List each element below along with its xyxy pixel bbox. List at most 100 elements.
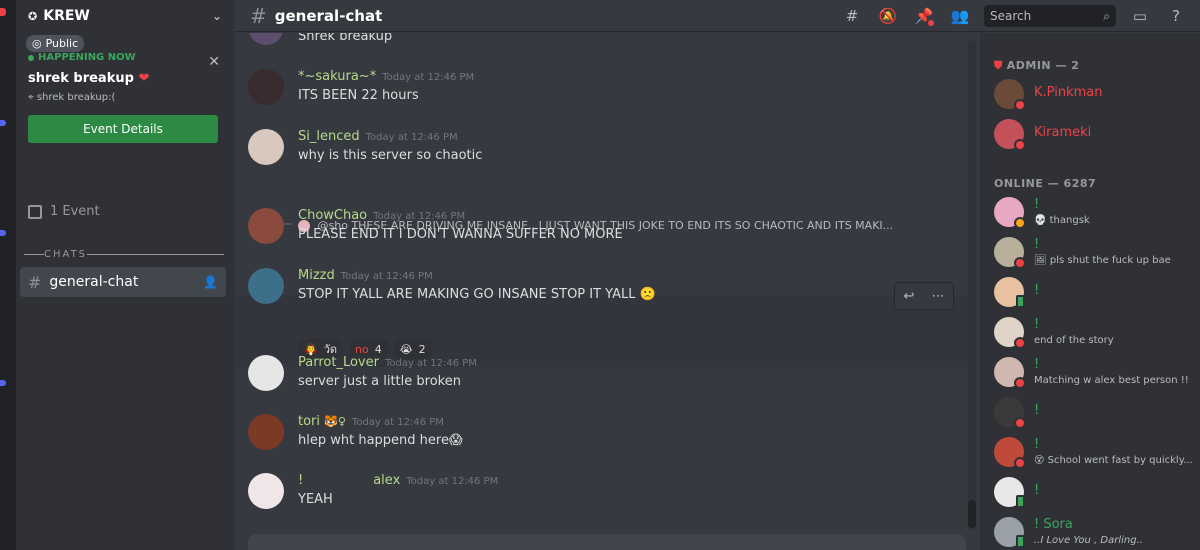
avatar[interactable] bbox=[248, 268, 284, 304]
dnd-status-icon bbox=[1014, 257, 1026, 269]
timestamp: Today at 12:46 PM bbox=[373, 211, 466, 222]
message-text-content: hlep wht happend here bbox=[298, 433, 449, 448]
member-name: ! bbox=[1034, 437, 1040, 452]
member-status: end of the story bbox=[1034, 335, 1114, 346]
live-dot-icon bbox=[28, 54, 34, 61]
status-emoji-icon: 🖼 bbox=[1034, 255, 1047, 266]
dnd-status-icon bbox=[1014, 457, 1026, 469]
message-text: STOP IT YALL ARE MAKING GO INSANE STOP I… bbox=[298, 287, 656, 302]
message-author[interactable]: Si_lenced Today at 12:46 PM bbox=[298, 129, 458, 144]
member-item[interactable]: ! 😵 School went fast by quickly... bbox=[994, 435, 1194, 471]
event-location-text: shrek breakup:( bbox=[36, 92, 116, 103]
author-name: Si_lenced bbox=[298, 129, 360, 144]
public-badge: ◎ Public bbox=[26, 35, 85, 52]
chevron-down-icon[interactable]: ⌄ bbox=[212, 9, 222, 23]
message-text: ITS BEEN 22 hours bbox=[298, 88, 419, 103]
member-item[interactable]: Kirameki bbox=[994, 117, 1194, 153]
member-item[interactable]: ! 🖼 pls shut the fuck up bae bbox=[994, 235, 1194, 271]
avatar[interactable] bbox=[248, 33, 284, 45]
more-icon[interactable]: ⋯ bbox=[931, 289, 944, 304]
author-name: *~sakura~* bbox=[298, 69, 377, 84]
scream-emoji-icon: 😱 bbox=[448, 433, 463, 448]
scrollbar-track[interactable] bbox=[968, 40, 976, 530]
category-chats[interactable]: CHATS bbox=[24, 249, 224, 260]
admin-group-header: ⛊ ADMIN — 2 bbox=[994, 59, 1079, 73]
message-author[interactable]: tori 🐯♀ Today at 12:46 PM bbox=[298, 414, 444, 429]
avatar[interactable] bbox=[248, 129, 284, 165]
channel-label: general-chat bbox=[49, 274, 139, 290]
online-group-header: ONLINE — 6287 bbox=[994, 177, 1097, 190]
event-card: HAPPENING NOW ✕ shrek breakup ❤ ⌖ shrek … bbox=[16, 52, 234, 143]
idle-status-icon bbox=[1014, 217, 1026, 229]
events-link[interactable]: 1 Event bbox=[28, 204, 100, 219]
reaction-count: 2 bbox=[418, 342, 426, 356]
event-details-button[interactable]: Event Details bbox=[28, 115, 218, 143]
channel-header: # general-chat # 🔕 📌 👥 Search ⌕ ▭ ? bbox=[234, 0, 1200, 32]
member-status-text: pls shut the fuck up bae bbox=[1049, 255, 1171, 266]
members-icon[interactable]: 👥 bbox=[948, 4, 972, 28]
channel-title: general-chat bbox=[274, 6, 383, 25]
event-location: ⌖ shrek breakup:( bbox=[28, 92, 222, 103]
server-indicator bbox=[0, 120, 6, 126]
avatar[interactable] bbox=[248, 473, 284, 509]
avatar[interactable] bbox=[248, 414, 284, 450]
message-author[interactable]: *~sakura~* Today at 12:46 PM bbox=[298, 69, 474, 84]
threads-icon[interactable]: # bbox=[840, 4, 864, 28]
channel-item-general-chat[interactable]: # general-chat 👤 bbox=[20, 267, 226, 297]
reaction-emoji: 😭 bbox=[399, 342, 413, 356]
member-status: ..I Love You , Darling.. bbox=[1034, 535, 1143, 546]
scrollbar-thumb[interactable] bbox=[968, 500, 976, 528]
search-input[interactable]: Search ⌕ bbox=[984, 5, 1116, 27]
events-count: 1 Event bbox=[50, 204, 100, 219]
member-item[interactable]: ! Sora ..I Love You , Darling.. bbox=[994, 515, 1194, 550]
hash-icon: # bbox=[28, 272, 42, 292]
divider bbox=[24, 254, 44, 255]
pin-icon[interactable]: 📌 bbox=[912, 4, 936, 28]
member-item[interactable]: ! 💀 thangsk bbox=[994, 195, 1194, 231]
mute-bell-icon[interactable]: 🔕 bbox=[876, 4, 900, 28]
message-author[interactable]: ChowChao Today at 12:46 PM bbox=[298, 208, 465, 223]
member-item[interactable]: ! Matching w alex best person !! bbox=[994, 355, 1194, 391]
server-header[interactable]: ✪ KREW ⌄ bbox=[16, 0, 234, 32]
add-user-icon[interactable]: 👤 bbox=[203, 275, 218, 289]
message-composer[interactable] bbox=[248, 534, 966, 550]
member-name: ! bbox=[1034, 197, 1040, 212]
message-text: server just a little broken bbox=[298, 374, 461, 389]
reply-icon[interactable]: ↩ bbox=[904, 289, 915, 304]
member-item[interactable]: ! end of the story bbox=[994, 315, 1194, 351]
avatar[interactable] bbox=[248, 355, 284, 391]
member-status: Matching w alex best person !! bbox=[1034, 375, 1189, 386]
location-pin-icon: ⌖ bbox=[28, 92, 34, 103]
category-label: CHATS bbox=[44, 249, 88, 260]
inbox-icon[interactable]: ▭ bbox=[1128, 4, 1152, 28]
message-author[interactable]: Parrot_Lover Today at 12:46 PM bbox=[298, 355, 477, 370]
help-icon[interactable]: ? bbox=[1164, 4, 1188, 28]
member-status-text: School went fast by quickly... bbox=[1047, 455, 1193, 466]
shield-icon: ⛊ bbox=[994, 59, 1003, 72]
timestamp: Today at 12:46 PM bbox=[340, 271, 433, 282]
server-rail bbox=[0, 0, 16, 550]
message-author[interactable]: Mizzd Today at 12:46 PM bbox=[298, 268, 433, 283]
message-text: YEAH bbox=[298, 492, 333, 507]
frown-emoji-icon: 🙁 bbox=[639, 287, 656, 302]
public-badge-label: Public bbox=[45, 37, 79, 50]
discord-app: ✪ KREW ⌄ ◎ Public HAPPENING NOW ✕ shrek … bbox=[0, 0, 1200, 550]
close-icon[interactable]: ✕ bbox=[208, 54, 220, 70]
avatar[interactable] bbox=[248, 69, 284, 105]
timestamp: Today at 12:46 PM bbox=[384, 358, 477, 369]
search-icon: ⌕ bbox=[1103, 8, 1110, 23]
member-name: ! bbox=[1034, 357, 1040, 372]
member-name: ! bbox=[1034, 317, 1040, 332]
member-item[interactable]: ! bbox=[994, 475, 1194, 511]
member-item[interactable]: ! bbox=[994, 275, 1194, 311]
message-text: PLEASE END IT I DON'T WANNA SUFFER NO MO… bbox=[298, 227, 623, 242]
avatar[interactable] bbox=[248, 208, 284, 244]
reaction-emoji: 🧛 bbox=[304, 342, 318, 356]
timestamp: Today at 12:46 PM bbox=[351, 417, 444, 428]
message-author[interactable]: ! alex Today at 12:46 PM bbox=[298, 473, 498, 488]
author-name-2: alex bbox=[373, 473, 401, 488]
globe-icon: ◎ bbox=[32, 37, 42, 50]
hash-icon: # bbox=[250, 3, 267, 28]
member-item[interactable]: ! bbox=[994, 395, 1194, 431]
member-item[interactable]: K.Pinkman bbox=[994, 77, 1194, 113]
